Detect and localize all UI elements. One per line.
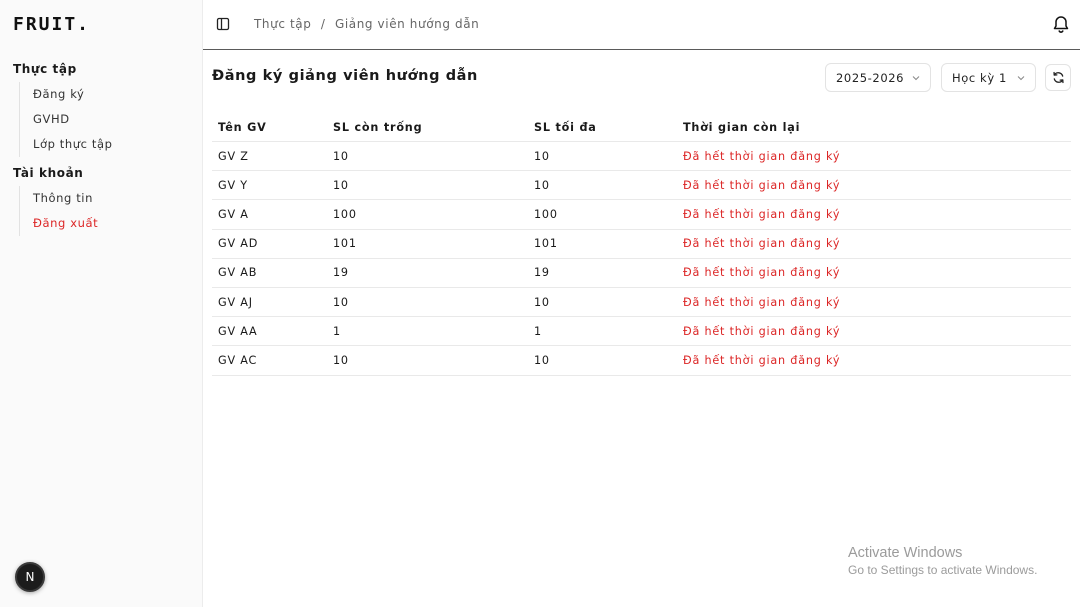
watermark-subtitle: Go to Settings to activate Windows.: [848, 563, 1038, 577]
cell-available: 101: [333, 237, 357, 251]
cell-available: 100: [333, 207, 357, 221]
nav-sub-account: Thông tin Đăng xuất: [19, 186, 98, 236]
table-row[interactable]: GV Y 10 10 Đã hết thời gian đăng ký: [212, 171, 1071, 201]
refresh-icon: [1052, 71, 1064, 84]
column-header-name: Tên GV: [218, 120, 267, 134]
cell-time-left: Đã hết thời gian đăng ký: [683, 149, 841, 163]
cell-max: 1: [534, 324, 542, 338]
cell-time-left: Đã hết thời gian đăng ký: [683, 178, 841, 192]
cell-name: GV AC: [218, 353, 258, 367]
page-title: Đăng ký giảng viên hướng dẫn: [212, 68, 478, 84]
cell-available: 10: [333, 295, 349, 309]
app: FRUIT. Thực tập Đăng ký GVHD Lớp thực tậ…: [0, 0, 1080, 607]
cell-name: GV AA: [218, 324, 258, 338]
cell-available: 10: [333, 353, 349, 367]
breadcrumb-separator: /: [320, 17, 326, 31]
sidebar-item-internship-class[interactable]: Lớp thực tập: [33, 132, 113, 157]
cell-time-left: Đã hết thời gian đăng ký: [683, 207, 841, 221]
table-row[interactable]: GV Z 10 10 Đã hết thời gian đăng ký: [212, 142, 1071, 172]
cell-available: 1: [333, 324, 341, 338]
nav-group-account: Tài khoản Thông tin Đăng xuất: [13, 166, 98, 236]
breadcrumb: Thực tập / Giảng viên hướng dẫn: [254, 17, 479, 31]
cell-name: GV Y: [218, 178, 248, 192]
cell-time-left: Đã hết thời gian đăng ký: [683, 237, 841, 251]
chevron-down-icon: [1017, 76, 1025, 81]
cell-max: 10: [534, 353, 550, 367]
cell-name: GV AB: [218, 266, 258, 280]
semester-value: Học kỳ 1: [952, 70, 1007, 85]
sidebar-item-gvhd[interactable]: GVHD: [33, 107, 113, 132]
table-row[interactable]: GV AB 19 19 Đã hết thời gian đăng ký: [212, 259, 1071, 288]
nav-group-title-account: Tài khoản: [13, 166, 84, 180]
column-header-time-left: Thời gian còn lại: [683, 120, 801, 134]
avatar-letter: N: [25, 570, 35, 584]
column-header-max: SL tối đa: [534, 120, 597, 134]
academic-year-select[interactable]: 2025-2026: [825, 63, 931, 92]
academic-year-value: 2025-2026: [836, 70, 905, 85]
main-content: Thực tập / Giảng viên hướng dẫn Đăng ký …: [203, 0, 1080, 607]
cell-max: 10: [534, 178, 550, 192]
cell-time-left: Đã hết thời gian đăng ký: [683, 324, 841, 338]
chevron-down-icon: [912, 76, 920, 81]
cell-max: 19: [534, 266, 550, 280]
table-row[interactable]: GV AA 1 1 Đã hết thời gian đăng ký: [212, 317, 1071, 347]
cell-name: GV AJ: [218, 295, 253, 309]
table-row[interactable]: GV AJ 10 10 Đã hết thời gian đăng ký: [212, 288, 1071, 318]
nav-sub-internship: Đăng ký GVHD Lớp thực tập: [19, 82, 113, 157]
sidebar-item-logout[interactable]: Đăng xuất: [33, 211, 98, 236]
breadcrumb-item-internship[interactable]: Thực tập: [254, 17, 311, 31]
cell-max: 101: [534, 237, 558, 251]
table-header: Tên GV SL còn trống SL tối đa Thời gian …: [212, 113, 1071, 142]
cell-available: 10: [333, 178, 349, 192]
table-row[interactable]: GV AD 101 101 Đã hết thời gian đăng ký: [212, 230, 1071, 259]
nav-group-title-internship: Thực tập: [13, 62, 77, 76]
watermark-title: Activate Windows: [848, 545, 963, 561]
table-row[interactable]: GV AC 10 10 Đã hết thời gian đăng ký: [212, 346, 1071, 376]
semester-select[interactable]: Học kỳ 1: [941, 63, 1036, 92]
top-bar: Thực tập / Giảng viên hướng dẫn: [203, 0, 1080, 50]
sidebar: FRUIT. Thực tập Đăng ký GVHD Lớp thực tậ…: [0, 0, 203, 607]
bell-icon[interactable]: [1051, 14, 1071, 34]
cell-name: GV Z: [218, 149, 249, 163]
cell-max: 100: [534, 207, 558, 221]
cell-available: 19: [333, 266, 349, 280]
sidebar-toggle-icon[interactable]: [216, 17, 230, 31]
column-header-available: SL còn trống: [333, 120, 423, 134]
sidebar-item-profile[interactable]: Thông tin: [33, 186, 98, 211]
breadcrumb-item-advisor[interactable]: Giảng viên hướng dẫn: [335, 17, 479, 31]
avatar-button[interactable]: N: [15, 562, 45, 592]
cell-time-left: Đã hết thời gian đăng ký: [683, 266, 841, 280]
cell-time-left: Đã hết thời gian đăng ký: [683, 353, 841, 367]
cell-name: GV AD: [218, 237, 259, 251]
cell-max: 10: [534, 149, 550, 163]
cell-name: GV A: [218, 207, 249, 221]
app-logo: FRUIT.: [13, 14, 91, 35]
refresh-button[interactable]: [1045, 64, 1071, 91]
cell-available: 10: [333, 149, 349, 163]
windows-activation-watermark: Activate Windows Go to Settings to activ…: [848, 545, 1037, 577]
cell-time-left: Đã hết thời gian đăng ký: [683, 295, 841, 309]
advisor-table: Tên GV SL còn trống SL tối đa Thời gian …: [212, 113, 1071, 376]
sidebar-item-register[interactable]: Đăng ký: [33, 82, 113, 107]
nav-group-internship: Thực tập Đăng ký GVHD Lớp thực tập: [13, 62, 113, 157]
cell-max: 10: [534, 295, 550, 309]
table-row[interactable]: GV A 100 100 Đã hết thời gian đăng ký: [212, 200, 1071, 230]
